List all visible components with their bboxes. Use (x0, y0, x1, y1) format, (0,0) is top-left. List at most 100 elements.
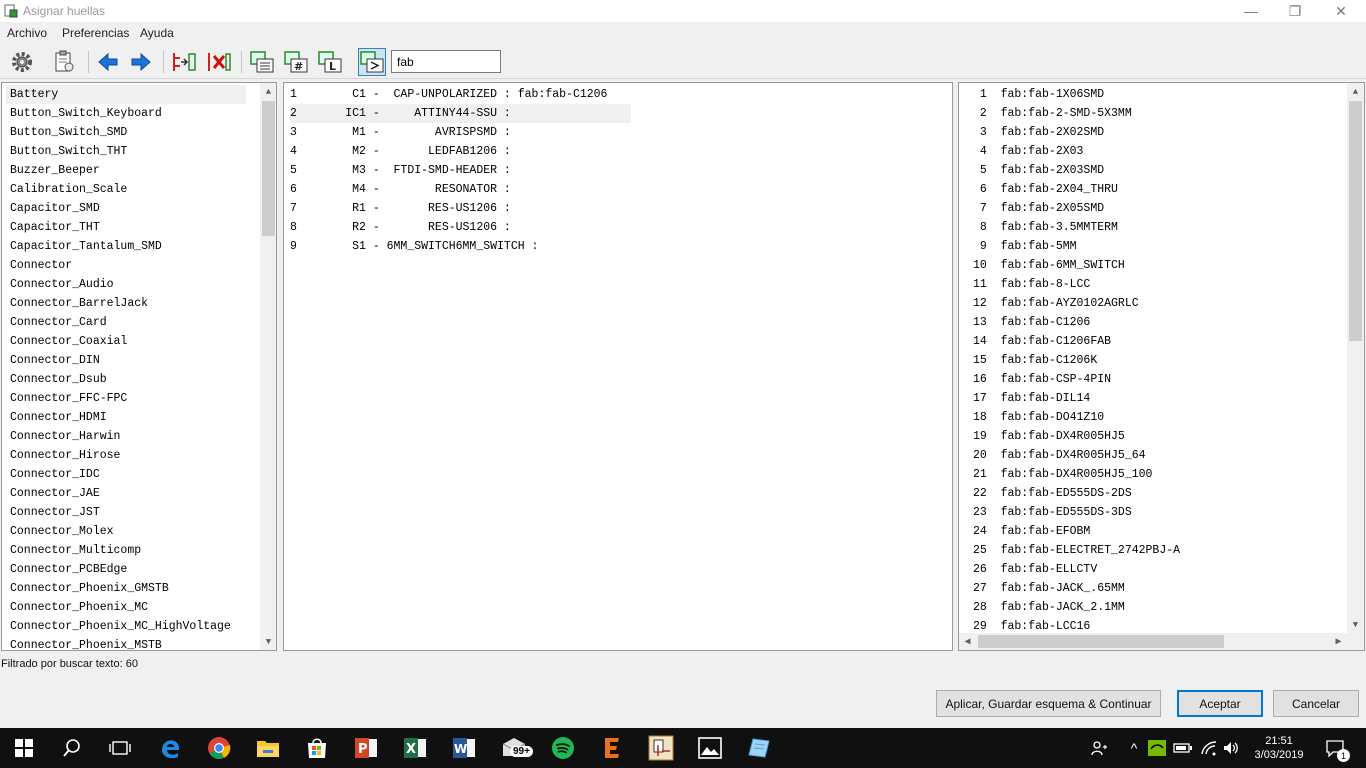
component-row[interactable]: 2 IC1 - ATTINY44-SSU : (290, 104, 631, 123)
clock[interactable]: 21:51 3/03/2019 (1246, 728, 1312, 768)
footprint-row[interactable]: 18 fab:fab-DO41Z10 (973, 408, 1104, 427)
footprint-row[interactable]: 16 fab:fab-CSP-4PIN (973, 370, 1111, 389)
footprint-row[interactable]: 20 fab:fab-DX4R005HJ5_64 (973, 446, 1146, 465)
chrome-icon[interactable] (195, 728, 243, 768)
delete-associations-icon[interactable] (205, 48, 233, 76)
scroll-right-icon[interactable]: ▶ (1330, 633, 1347, 650)
library-scrollbar[interactable]: ▲ ▼ (260, 83, 276, 650)
close-button[interactable]: ✕ (1318, 0, 1364, 22)
start-icon[interactable] (0, 728, 48, 768)
footprint-row[interactable]: 6 fab:fab-2X04_THRU (973, 180, 1118, 199)
footprint-row[interactable]: 21 fab:fab-DX4R005HJ5_100 (973, 465, 1152, 484)
chevron-up-icon[interactable]: ^ (1124, 728, 1144, 768)
auto-associate-icon[interactable] (170, 48, 198, 76)
component-row[interactable]: 5 M3 - FTDI-SMD-HEADER : (290, 161, 631, 180)
footprint-row[interactable]: 26 fab:fab-ELLCTV (973, 560, 1097, 579)
library-item[interactable]: Capacitor_SMD (6, 199, 246, 218)
library-item[interactable]: Capacitor_THT (6, 218, 246, 237)
mail-icon[interactable]: 99+ (490, 728, 538, 768)
restore-button[interactable]: ❐ (1272, 0, 1318, 22)
component-row[interactable]: 9 S1 - 6MM_SWITCH6MM_SWITCH : (290, 237, 631, 256)
footprint-row[interactable]: 22 fab:fab-ED555DS-2DS (973, 484, 1132, 503)
library-item[interactable]: Connector_Phoenix_MC_HighVoltage (6, 617, 246, 636)
filter-library-icon[interactable]: L (316, 48, 344, 76)
footprint-row[interactable]: 24 fab:fab-EFOBM (973, 522, 1090, 541)
library-item[interactable]: Connector_Multicomp (6, 541, 246, 560)
footprint-row[interactable]: 23 fab:fab-ED555DS-3DS (973, 503, 1132, 522)
library-item[interactable]: Connector_Hirose (6, 446, 246, 465)
component-row[interactable]: 6 M4 - RESONATOR : (290, 180, 631, 199)
spotify-icon[interactable] (539, 728, 587, 768)
footprint-row[interactable]: 28 fab:fab-JACK_2.1MM (973, 598, 1125, 617)
library-item[interactable]: Connector_FFC-FPC (6, 389, 246, 408)
footprint-row[interactable]: 17 fab:fab-DIL14 (973, 389, 1090, 408)
powerpoint-icon[interactable]: P (342, 728, 390, 768)
app-e-icon[interactable] (588, 728, 636, 768)
apply-save-continue-button[interactable]: Aplicar, Guardar esquema & Continuar (936, 690, 1161, 717)
footprint-row[interactable]: 12 fab:fab-AYZ0102AGRLC (973, 294, 1139, 313)
scrollbar-thumb[interactable] (262, 101, 275, 236)
store-icon[interactable] (293, 728, 341, 768)
filter-text-input[interactable] (391, 50, 501, 73)
library-item[interactable]: Connector_Molex (6, 522, 246, 541)
library-item[interactable]: Connector_BarrelJack (6, 294, 246, 313)
footprint-row[interactable]: 15 fab:fab-C1206K (973, 351, 1097, 370)
ok-button[interactable]: Aceptar (1177, 690, 1263, 717)
photos-icon[interactable] (686, 728, 734, 768)
library-item[interactable]: Connector_Coaxial (6, 332, 246, 351)
footprint-row[interactable]: 29 fab:fab-LCC16 (973, 617, 1090, 636)
footprint-row[interactable]: 5 fab:fab-2X03SMD (973, 161, 1104, 180)
library-item[interactable]: Connector_Audio (6, 275, 246, 294)
library-item[interactable]: Battery (6, 85, 246, 104)
volume-icon[interactable] (1220, 728, 1242, 768)
footprint-row[interactable]: 7 fab:fab-2X05SMD (973, 199, 1104, 218)
filter-keyword-icon[interactable] (248, 48, 276, 76)
excel-icon[interactable]: X (391, 728, 439, 768)
component-row[interactable]: 1 C1 - CAP-UNPOLARIZED : fab:fab-C1206 (290, 85, 631, 104)
library-item[interactable]: Connector_JAE (6, 484, 246, 503)
library-item[interactable]: Connector_Harwin (6, 427, 246, 446)
component-row[interactable]: 4 M2 - LEDFAB1206 : (290, 142, 631, 161)
scrollbar-thumb[interactable] (978, 635, 1224, 648)
edge-icon[interactable] (146, 728, 194, 768)
library-item[interactable]: Connector_PCBEdge (6, 560, 246, 579)
word-icon[interactable]: W (440, 728, 488, 768)
library-item[interactable]: Connector_Phoenix_GMSTB (6, 579, 246, 598)
cancel-button[interactable]: Cancelar (1273, 690, 1359, 717)
menu-archivo[interactable]: Archivo (7, 26, 47, 40)
battery-icon[interactable] (1172, 728, 1194, 768)
wifi-icon[interactable] (1198, 728, 1220, 768)
library-item[interactable]: Connector_IDC (6, 465, 246, 484)
task-view-icon[interactable] (96, 728, 144, 768)
component-row[interactable]: 8 R2 - RES-US1206 : (290, 218, 631, 237)
gear-icon[interactable] (8, 48, 36, 76)
menu-ayuda[interactable]: Ayuda (140, 26, 174, 40)
library-item[interactable]: Connector_Phoenix_MC (6, 598, 246, 617)
filter-pin-count-icon[interactable]: # (282, 48, 310, 76)
footprint-row[interactable]: 2 fab:fab-2-SMD-5X3MM (973, 104, 1132, 123)
library-item[interactable]: Button_Switch_THT (6, 142, 246, 161)
arrow-right-icon[interactable] (127, 48, 155, 76)
library-item[interactable]: Button_Switch_SMD (6, 123, 246, 142)
scroll-up-icon[interactable]: ▲ (260, 83, 276, 100)
filter-text-icon[interactable] (358, 48, 386, 76)
search-icon[interactable] (48, 728, 96, 768)
menu-preferencias[interactable]: Preferencias (62, 26, 129, 40)
library-item[interactable]: Capacitor_Tantalum_SMD (6, 237, 246, 256)
footprint-row[interactable]: 14 fab:fab-C1206FAB (973, 332, 1111, 351)
footprint-row[interactable]: 11 fab:fab-8-LCC (973, 275, 1090, 294)
arrow-left-icon[interactable] (94, 48, 122, 76)
app-tile-icon[interactable] (735, 728, 783, 768)
footprint-row[interactable]: 10 fab:fab-6MM_SWITCH (973, 256, 1125, 275)
footprint-row[interactable]: 4 fab:fab-2X03 (973, 142, 1084, 161)
component-row[interactable]: 3 M1 - AVRISPSMD : (290, 123, 631, 142)
footprint-row[interactable]: 9 fab:fab-5MM (973, 237, 1077, 256)
scroll-up-icon[interactable]: ▲ (1347, 83, 1364, 100)
nvidia-icon[interactable] (1146, 728, 1168, 768)
notifications-icon[interactable]: 1 (1318, 728, 1352, 768)
footprint-row[interactable]: 1 fab:fab-1X06SMD (973, 85, 1104, 104)
footprint-row[interactable]: 3 fab:fab-2X02SMD (973, 123, 1104, 142)
library-item[interactable]: Connector (6, 256, 246, 275)
footprint-row[interactable]: 25 fab:fab-ELECTRET_2742PBJ-A (973, 541, 1180, 560)
library-item[interactable]: Calibration_Scale (6, 180, 246, 199)
